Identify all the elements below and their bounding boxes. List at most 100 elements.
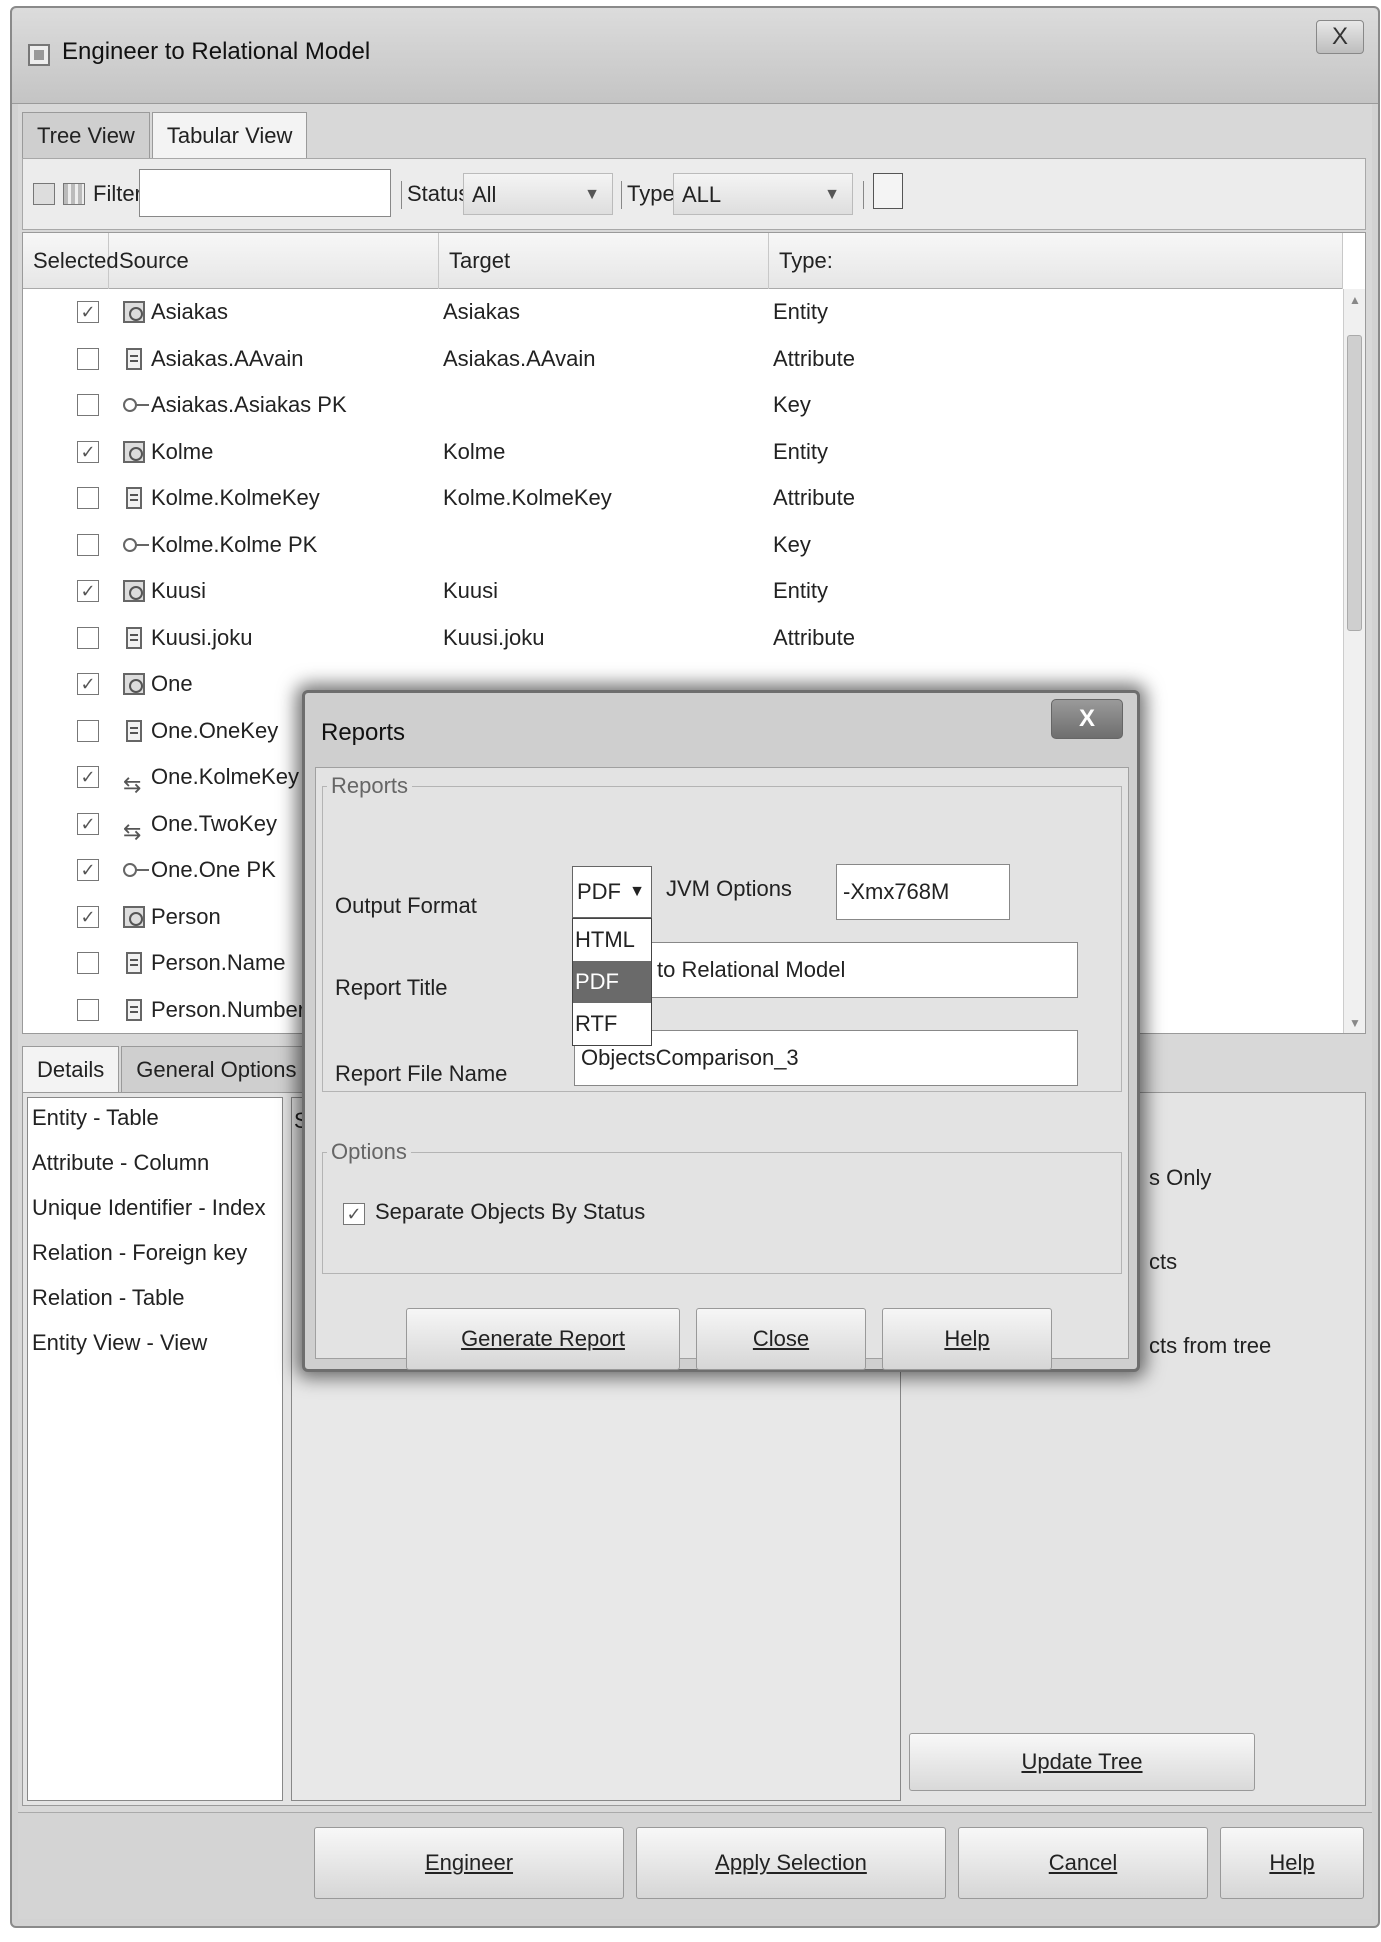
source-text: Kolme	[151, 438, 214, 464]
table-scrollbar[interactable]: ▲ ▼	[1343, 289, 1365, 1033]
relation-icon	[123, 809, 145, 847]
update-tree-label: Update Tree	[1021, 1749, 1143, 1774]
row-select-checkbox[interactable]: ✓	[77, 766, 99, 788]
type-cell: Attribute	[773, 624, 855, 650]
engineer-label: Engineer	[424, 1850, 514, 1875]
source-text: Kolme.Kolme PK	[151, 531, 318, 557]
title-bar: Engineer to Relational Model X	[12, 8, 1378, 104]
target-cell: Kuusi	[443, 578, 499, 603]
column-header-source[interactable]: Source	[109, 233, 439, 289]
source-cell: Asiakas.AAvain	[123, 336, 439, 382]
row-select-checkbox[interactable]	[77, 347, 99, 370]
row-select-checkbox[interactable]: ✓	[77, 905, 99, 928]
source-cell: Kuusi	[123, 568, 439, 614]
generate-report-button[interactable]: Generate Report	[406, 1308, 680, 1370]
table-row[interactable]: Asiakas.Asiakas PK Key	[23, 382, 1343, 429]
mapping-list-item[interactable]: Entity View - View	[28, 1323, 282, 1368]
chevron-down-icon: ▼	[584, 186, 600, 203]
scroll-thumb[interactable]	[1347, 335, 1362, 631]
row-select-checkbox[interactable]	[77, 998, 99, 1021]
type-cell: Entity	[773, 578, 829, 603]
tab-tree-view[interactable]: Tree View	[22, 112, 150, 158]
type-value: ALL	[682, 182, 722, 207]
row-select-checkbox[interactable]: ✓	[77, 580, 99, 602]
format-option-html[interactable]: HTML	[573, 919, 651, 961]
mapping-list-item[interactable]: Unique Identifier - Index	[28, 1188, 282, 1233]
attribute-icon	[126, 952, 142, 974]
window-close-button[interactable]: X	[1316, 20, 1364, 54]
scroll-up-icon[interactable]: ▲	[1349, 293, 1361, 307]
toolbar-separator	[863, 181, 864, 209]
table-row[interactable]: Kuusi.joku Kuusi.joku Attribute	[23, 615, 1343, 662]
dialog-help-button[interactable]: Help	[882, 1308, 1052, 1370]
type-cell: Entity	[773, 299, 829, 324]
table-row[interactable]: ✓ Asiakas Asiakas Entity	[23, 289, 1343, 336]
column-header-selected[interactable]: Selected	[23, 233, 119, 289]
target-cell	[443, 382, 763, 428]
row-select-checkbox[interactable]: ✓	[77, 812, 99, 835]
reports-dialog: Reports X Reports Output Format Report T…	[302, 690, 1140, 1372]
row-select-checkbox[interactable]	[77, 626, 99, 649]
row-select-checkbox[interactable]	[77, 533, 99, 556]
dialog-close-button[interactable]: X	[1051, 699, 1123, 739]
table-row[interactable]: Kolme.Kolme PK Key	[23, 522, 1343, 569]
mapping-list-item[interactable]: Attribute - Column	[28, 1143, 282, 1188]
row-select-checkbox[interactable]: ✓	[77, 673, 99, 695]
tab-general-options[interactable]: General Options	[121, 1046, 312, 1092]
options-group: Options ✓ Separate Objects By Status	[322, 1139, 1122, 1274]
key-icon	[123, 534, 149, 556]
row-select-checkbox[interactable]: ✓	[77, 301, 99, 323]
table-row[interactable]: Kolme.KolmeKey Kolme.KolmeKey Attribute	[23, 475, 1343, 522]
source-cell: Asiakas.Asiakas PK	[123, 382, 439, 428]
entity-icon	[123, 905, 145, 928]
mapping-list: Entity - Table Attribute - Column Unique I…	[27, 1097, 283, 1801]
grid-icon[interactable]	[63, 183, 85, 205]
output-format-label: Output Format	[335, 893, 477, 918]
scroll-down-icon[interactable]: ▼	[1349, 1016, 1361, 1030]
help-button[interactable]: Help	[1220, 1827, 1364, 1899]
dialog-close-text-button[interactable]: Close	[696, 1308, 866, 1370]
engineer-button[interactable]: Engineer	[314, 1827, 624, 1899]
apply-selection-button[interactable]: Apply Selection	[636, 1827, 946, 1899]
type-select[interactable]: ALL ▼	[673, 173, 853, 215]
status-value: All	[472, 182, 497, 207]
mapping-list-item[interactable]: Entity - Table	[28, 1098, 282, 1143]
source-text: Person.Name	[151, 950, 286, 975]
entity-icon	[123, 301, 145, 323]
column-header-type[interactable]: Type:	[769, 233, 1343, 289]
dialog-help-label: Help	[944, 1326, 990, 1351]
table-row[interactable]: ✓ Kolme Kolme Entity	[23, 429, 1343, 476]
row-select-checkbox[interactable]	[77, 394, 99, 416]
update-tree-button[interactable]: Update Tree	[909, 1733, 1255, 1791]
status-select[interactable]: All ▼	[463, 173, 613, 215]
check-all-icon[interactable]	[33, 183, 55, 205]
row-select-checkbox[interactable]	[77, 719, 99, 742]
filter-input[interactable]	[139, 169, 391, 217]
mapping-list-item[interactable]: Relation - Foreign key	[28, 1233, 282, 1278]
format-option-pdf[interactable]: PDF	[573, 961, 651, 1003]
row-select-checkbox[interactable]: ✓	[77, 440, 99, 463]
table-row[interactable]: Asiakas.AAvain Asiakas.AAvain Attribute	[23, 336, 1343, 383]
row-select-checkbox[interactable]	[77, 952, 99, 974]
tab-details[interactable]: Details	[22, 1046, 120, 1092]
report-title-label: Report Title	[335, 975, 448, 1000]
help-label: Help	[1269, 1850, 1315, 1875]
separate-objects-checkbox[interactable]: ✓	[343, 1203, 365, 1225]
target-cell: Kolme.KolmeKey	[443, 485, 612, 510]
source-cell: Asiakas	[123, 289, 439, 335]
filter-toolbar: Filter: Status: All ▼ Type: ALL ▼	[22, 158, 1366, 230]
row-select-checkbox[interactable]	[77, 487, 99, 509]
row-select-checkbox[interactable]: ✓	[77, 859, 99, 881]
table-row[interactable]: ✓ Kuusi Kuusi Entity	[23, 568, 1343, 615]
source-text: Person.Numbers	[151, 996, 317, 1022]
tab-tabular-view[interactable]: Tabular View	[151, 112, 308, 158]
jvm-options-input[interactable]: -Xmx768M	[836, 864, 1010, 920]
source-text: Kuusi.joku	[151, 624, 253, 650]
output-format-select[interactable]: PDF ▼	[572, 866, 652, 918]
cancel-button[interactable]: Cancel	[958, 1827, 1208, 1899]
column-header-target[interactable]: Target	[439, 233, 769, 289]
source-cell: Kolme.Kolme PK	[123, 522, 439, 568]
format-option-rtf[interactable]: RTF	[573, 1003, 651, 1045]
settings-icon[interactable]	[873, 173, 903, 209]
mapping-list-item[interactable]: Relation - Table	[28, 1278, 282, 1323]
